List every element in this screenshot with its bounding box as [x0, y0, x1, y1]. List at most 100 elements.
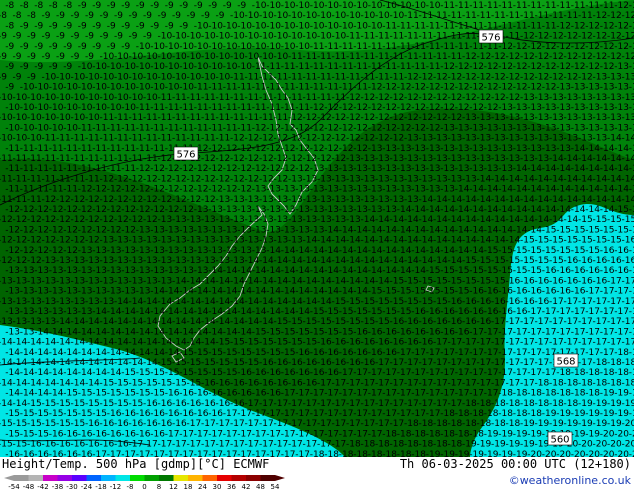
- temperature-value: -16: [150, 409, 165, 419]
- temperature-value: -13: [353, 185, 368, 195]
- temperature-value: -9: [49, 21, 58, 31]
- temperature-value: -12: [42, 236, 57, 246]
- temperature-value: -11: [237, 83, 252, 93]
- temperature-labels: -8 -8 -8 -8 -8 -9 -9 -9 -9 -9 -9 -9 -9 -9 -9 -9 -9 -10 -10…: [0, 1, 634, 457]
- temperature-value: -13: [419, 174, 434, 184]
- temperature-value: -17: [245, 440, 260, 450]
- temperature-value: -10: [13, 113, 28, 123]
- temperature-value: -10: [129, 52, 144, 62]
- temperature-value: -13: [600, 123, 615, 133]
- temperature-value: -17: [491, 358, 506, 368]
- temperature-value: -12: [484, 103, 499, 113]
- temperature-value: -10: [390, 11, 405, 21]
- temperature-value: -10: [63, 83, 78, 93]
- temperature-value: -14: [585, 164, 600, 174]
- temperature-value: -15: [593, 236, 608, 246]
- temperature-value: -12: [607, 32, 622, 42]
- temperature-value: -11: [34, 164, 49, 174]
- temperature-value: -12: [136, 164, 151, 174]
- temperature-value: -12: [223, 144, 238, 154]
- temperature-value: -14: [484, 225, 499, 235]
- temperature-value: -13: [194, 246, 209, 256]
- temperature-value: -10: [136, 62, 151, 72]
- temperature-value: -11: [121, 164, 136, 174]
- temperature-value: -13: [455, 144, 470, 154]
- temperature-value: -17: [469, 389, 484, 399]
- temperature-value: -13: [13, 276, 28, 286]
- temperature-value: -14: [0, 338, 13, 348]
- temperature-value: -11: [172, 93, 187, 103]
- temperature-value: -19: [629, 409, 634, 419]
- temperature-value: -12: [56, 236, 71, 246]
- temperature-value: -12: [194, 185, 209, 195]
- temperature-value: -14: [129, 358, 144, 368]
- temperature-value: -10: [353, 21, 368, 31]
- temperature-value: -17: [143, 440, 158, 450]
- temperature-value: -15: [107, 389, 122, 399]
- temperature-value: -13: [187, 256, 202, 266]
- temperature-value: -13: [484, 123, 499, 133]
- temperature-value: -17: [556, 307, 571, 317]
- temperature-value: -12: [245, 134, 260, 144]
- temperature-value: -13: [390, 174, 405, 184]
- temperature-value: -15: [310, 307, 325, 317]
- temperature-value: -14: [49, 327, 64, 337]
- temperature-value: -13: [600, 103, 615, 113]
- temperature-value: -13: [245, 236, 260, 246]
- temperature-value: -11: [564, 11, 579, 21]
- temperature-value: -18: [600, 368, 615, 378]
- temperature-value: -14: [230, 317, 245, 327]
- temperature-value: -14: [303, 256, 318, 266]
- temperature-value: -13: [498, 144, 513, 154]
- temperature-value: -16: [20, 450, 35, 457]
- temperature-value: -18: [411, 429, 426, 439]
- temperature-value: -14: [114, 317, 129, 327]
- temperature-value: -11: [201, 93, 216, 103]
- temperature-value: -17: [411, 368, 426, 378]
- temperature-value: -9: [13, 72, 22, 82]
- temperature-value: -13: [491, 113, 506, 123]
- temperature-value: -11: [85, 174, 100, 184]
- temperature-value: -11: [411, 21, 426, 31]
- temperature-value: -13: [245, 195, 260, 205]
- temperature-map: -8 -8 -8 -8 -8 -9 -9 -9 -9 -9 -9 -9 -9 -9 -9 -9 -9 -10 -10…: [0, 0, 634, 457]
- temperature-value: -16: [498, 287, 513, 297]
- temperature-value: -13: [158, 276, 173, 286]
- temperature-value: -11: [585, 1, 600, 11]
- temperature-value: -13: [259, 195, 274, 205]
- temperature-value: -12: [0, 256, 13, 266]
- temperature-value: -10: [201, 32, 216, 42]
- temperature-value: -14: [549, 154, 564, 164]
- temperature-value: -9: [208, 1, 217, 11]
- temperature-value: -10: [332, 11, 347, 21]
- temperature-value: -15: [100, 378, 115, 388]
- temperature-value: -14: [585, 144, 600, 154]
- temperature-value: -15: [179, 348, 194, 358]
- temperature-value: -13: [462, 134, 477, 144]
- temperature-value: -13: [593, 113, 608, 123]
- temperature-value: -13: [216, 256, 231, 266]
- temperature-value: -10: [143, 93, 158, 103]
- temperature-value: -15: [622, 215, 634, 225]
- temperature-value: -13: [535, 134, 550, 144]
- temperature-value: -13: [78, 246, 93, 256]
- temperature-value: -14: [295, 287, 310, 297]
- temperature-value: -13: [520, 154, 535, 164]
- temperature-value: -14: [187, 317, 202, 327]
- temperature-value: -16: [571, 287, 586, 297]
- temperature-value: -19: [506, 440, 521, 450]
- temperature-value: -12: [129, 195, 144, 205]
- temperature-value: -15: [535, 256, 550, 266]
- temperature-value: -14: [230, 276, 245, 286]
- temperature-value: -17: [295, 450, 310, 457]
- temperature-value: -17: [274, 440, 289, 450]
- temperature-value: -15: [600, 225, 615, 235]
- temperature-value: -9: [42, 32, 51, 42]
- temperature-value: -16: [201, 399, 216, 409]
- temperature-value: -17: [368, 389, 383, 399]
- credit-link[interactable]: ©weatheronline.co.uk: [509, 474, 631, 487]
- temperature-value: -11: [0, 154, 13, 164]
- temperature-value: -11: [237, 103, 252, 113]
- temperature-value: -18: [310, 450, 325, 457]
- temperature-value: -12: [411, 123, 426, 133]
